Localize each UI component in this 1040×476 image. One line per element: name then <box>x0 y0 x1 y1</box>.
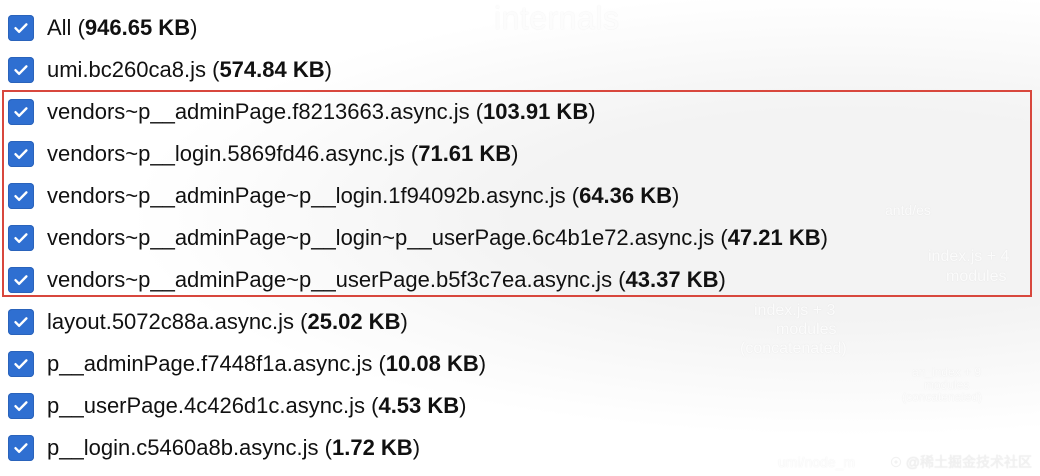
checkbox-row-user-page[interactable]: p__userPage.4c426d1c.async.js (4.53 KB) <box>0 388 1040 424</box>
checkbox-row-all[interactable]: All (946.65 KB) <box>0 10 1040 46</box>
checkmark-icon <box>12 397 30 415</box>
checkbox-admin-page[interactable] <box>8 351 34 377</box>
checkbox-row-umi[interactable]: umi.bc260ca8.js (574.84 KB) <box>0 52 1040 88</box>
file-name: vendors~p__login.5869fd46.async.js <box>47 141 405 166</box>
checkmark-icon <box>12 103 30 121</box>
checkbox-label-vendors-login: vendors~p__login.5869fd46.async.js (71.6… <box>47 141 519 166</box>
checkbox-label-vendors-admin-login-user: vendors~p__adminPage~p__login~p__userPag… <box>47 225 828 250</box>
checkbox-row-vendors-admin-login-user[interactable]: vendors~p__adminPage~p__login~p__userPag… <box>0 220 1040 256</box>
checkmark-icon <box>12 19 30 37</box>
file-name: umi.bc260ca8.js <box>47 57 206 82</box>
file-size: 103.91 KB <box>483 99 589 124</box>
checkbox-vendors-admin-user[interactable] <box>8 267 34 293</box>
checkmark-icon <box>12 439 30 457</box>
checkbox-label-admin-page: p__adminPage.f7448f1a.async.js (10.08 KB… <box>47 351 487 376</box>
checkbox-layout[interactable] <box>8 309 34 335</box>
file-size: 47.21 KB <box>727 225 821 250</box>
checkmark-icon <box>12 145 30 163</box>
file-size: 43.37 KB <box>625 267 719 292</box>
file-name: layout.5072c88a.async.js <box>47 309 295 334</box>
file-size: 10.08 KB <box>385 351 479 376</box>
checkbox-label-layout: layout.5072c88a.async.js (25.02 KB) <box>47 309 408 334</box>
checkbox-vendors-login[interactable] <box>8 141 34 167</box>
file-size: 946.65 KB <box>84 15 191 40</box>
checkmark-icon <box>12 187 30 205</box>
file-name: vendors~p__adminPage~p__userPage.b5f3c7e… <box>47 267 613 292</box>
file-size: 574.84 KB <box>219 57 325 82</box>
checkbox-label-user-page: p__userPage.4c426d1c.async.js (4.53 KB) <box>47 393 467 418</box>
checkbox-label-umi: umi.bc260ca8.js (574.84 KB) <box>47 57 332 82</box>
file-name: All <box>47 15 72 40</box>
checkbox-label-vendors-admin-login: vendors~p__adminPage~p__login.1f94092b.a… <box>47 183 680 208</box>
checkbox-vendors-admin[interactable] <box>8 99 34 125</box>
checkbox-label-login: p__login.c5460a8b.async.js (1.72 KB) <box>47 435 421 460</box>
file-name: vendors~p__adminPage~p__login~p__userPag… <box>47 225 715 250</box>
checkbox-all[interactable] <box>8 15 34 41</box>
file-size: 1.72 KB <box>331 435 413 460</box>
file-name: vendors~p__adminPage.f8213663.async.js <box>47 99 470 124</box>
file-size: 4.53 KB <box>378 393 460 418</box>
checkbox-user-page[interactable] <box>8 393 34 419</box>
file-size: 25.02 KB <box>307 309 401 334</box>
checkbox-row-login[interactable]: p__login.c5460a8b.async.js (1.72 KB) <box>0 430 1040 466</box>
checkmark-icon <box>12 313 30 331</box>
checkbox-row-vendors-admin[interactable]: vendors~p__adminPage.f8213663.async.js (… <box>0 94 1040 130</box>
checkbox-row-admin-page[interactable]: p__adminPage.f7448f1a.async.js (10.08 KB… <box>0 346 1040 382</box>
checkmark-icon <box>12 355 30 373</box>
file-name: p__adminPage.f7448f1a.async.js <box>47 351 373 376</box>
checkmark-icon <box>12 271 30 289</box>
checkbox-label-vendors-admin-user: vendors~p__adminPage~p__userPage.b5f3c7e… <box>47 267 726 292</box>
file-name: p__login.c5460a8b.async.js <box>47 435 319 460</box>
checkbox-label-all: All (946.65 KB) <box>47 15 198 40</box>
file-name: vendors~p__adminPage~p__login.1f94092b.a… <box>47 183 566 208</box>
checkbox-row-vendors-admin-login[interactable]: vendors~p__adminPage~p__login.1f94092b.a… <box>0 178 1040 214</box>
checkbox-label-vendors-admin: vendors~p__adminPage.f8213663.async.js (… <box>47 99 596 124</box>
checkbox-row-vendors-login[interactable]: vendors~p__login.5869fd46.async.js (71.6… <box>0 136 1040 172</box>
checkbox-login[interactable] <box>8 435 34 461</box>
checkbox-umi[interactable] <box>8 57 34 83</box>
file-name: p__userPage.4c426d1c.async.js <box>47 393 365 418</box>
file-size: 71.61 KB <box>418 141 512 166</box>
checkbox-row-layout[interactable]: layout.5072c88a.async.js (25.02 KB) <box>0 304 1040 340</box>
file-size: 64.36 KB <box>579 183 673 208</box>
checkbox-vendors-admin-login[interactable] <box>8 183 34 209</box>
checkbox-row-vendors-admin-user[interactable]: vendors~p__adminPage~p__userPage.b5f3c7e… <box>0 262 1040 298</box>
checkmark-icon <box>12 229 30 247</box>
checkbox-vendors-admin-login-user[interactable] <box>8 225 34 251</box>
checkmark-icon <box>12 61 30 79</box>
